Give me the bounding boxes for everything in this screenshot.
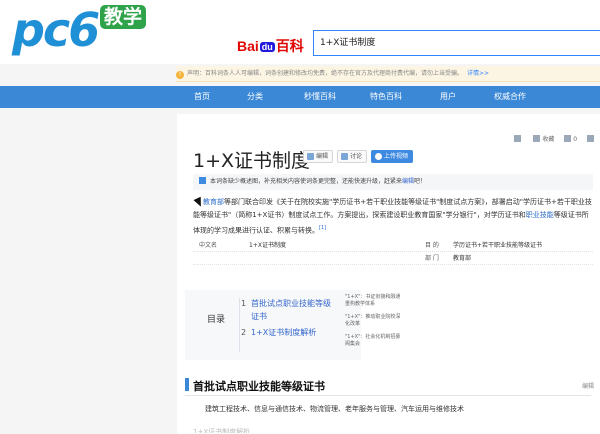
toc-subitem[interactable]: "1+X"：书证衔接和融通重构教学体系 [345, 294, 405, 308]
collect-button[interactable]: 收藏 [533, 135, 554, 143]
toc-item-1[interactable]: 1 首批试点职业技能等级证书 [241, 297, 331, 323]
search-input[interactable]: 1+X证书制度 [313, 30, 600, 56]
discuss-button[interactable]: 讨论 [337, 150, 368, 163]
nav-featured[interactable]: 特色百科 [356, 86, 416, 108]
baidu-paw-icon: du [259, 42, 275, 52]
missing-image-warning: 本词条缺少概述图，补充相关内容使词条更完整，还能快速升级，赶紧来编辑吧！ [193, 174, 593, 190]
section-title: 首批试点职业技能等级证书 [193, 380, 325, 393]
logo-text: pc6 [12, 3, 100, 57]
info-row: 中文名 1+X证书制度 目 的 学历证书+若干职业技能等级证书 [193, 239, 593, 252]
toc-subitem[interactable]: "1+X"：推动职业院校深化改革 [345, 314, 405, 328]
weibo-icon[interactable] [587, 135, 596, 143]
nav-partners[interactable]: 权威合作 [480, 86, 540, 108]
toc-subitem[interactable]: "1+X"：社会化机制招募阁集会 [345, 334, 405, 348]
section-divider [185, 395, 591, 396]
notice-text: 声明：百科词条人人可编辑，词条创建和修改均免费，绝不存在官方及代理商付费代编，请… [187, 70, 464, 77]
nav-category[interactable]: 分类 [225, 86, 285, 108]
section-marker [185, 378, 189, 391]
notice-details-link[interactable]: 详情>> [467, 70, 489, 77]
checkbox-icon [199, 177, 206, 184]
logo-badge: 教学 [100, 5, 147, 29]
baidu-logo-left: Bai [237, 38, 259, 54]
basic-info-table: 中文名 1+X证书制度 目 的 学历证书+若干职业技能等级证书 部 门 教育部 [193, 239, 593, 265]
moe-link[interactable]: 教育部 [203, 198, 224, 206]
upload-video-button[interactable]: 上传视频 [371, 150, 414, 163]
section-text: 建筑工程技术、信息与通信技术、物流管理、老年服务与管理、汽车运用与维修技术 [205, 405, 464, 413]
reference-1[interactable]: [1] [319, 225, 326, 231]
vocational-skill-link[interactable]: 职业技能 [526, 211, 554, 219]
site-header: pc6 教学 Bai du 百科 1+X证书制度 [0, 0, 600, 64]
share-icon[interactable] [514, 135, 523, 143]
nav-miaodong[interactable]: 秒懂百科 [290, 86, 350, 108]
warning-edit-link[interactable]: 编辑 [402, 178, 414, 185]
section-edit-button[interactable]: 编辑 [582, 381, 594, 390]
plus-icon [375, 153, 382, 160]
like-button[interactable]: 0 [564, 135, 577, 143]
pencil-icon [307, 153, 314, 160]
baidu-logo-right: 百科 [275, 38, 304, 54]
info-icon: ! [176, 71, 184, 79]
notice-bar: ! 声明：百科词条人人可编辑，词条创建和修改均免费，绝不存在官方及代理商付费代编，… [176, 66, 600, 82]
entry-card: 收藏 0 1+X证书制度 编辑 讨论 上传视频 本词条缺少概述图，补充相关内容使… [177, 114, 600, 434]
toc-item-2[interactable]: 2 1+X证书制度解析 [241, 326, 331, 339]
chat-icon [341, 153, 348, 160]
edit-button[interactable]: 编辑 [303, 150, 334, 163]
pc6-logo[interactable]: pc6 教学 [12, 2, 162, 60]
share-bar: 收藏 0 [506, 134, 596, 143]
nav-users[interactable]: 用户 [418, 86, 478, 108]
info-row: 部 门 教育部 [193, 252, 593, 265]
nav-home[interactable]: 首页 [172, 86, 232, 108]
table-of-contents: 目录 1 首批试点职业技能等级证书 2 1+X证书制度解析 "1+X"：书证衔接和融… [185, 290, 400, 360]
toc-label: 目录 [207, 315, 226, 325]
toc-divider [239, 298, 240, 352]
next-section-title: 1+X证书制度解析 [193, 428, 251, 433]
intro-paragraph: 教育部等部门联合印发《关于在院校实施"学历证书+若干职业技能等级证书"制度试点方… [193, 198, 592, 235]
entry-title: 1+X证书制度 [193, 150, 311, 172]
baidu-baike-logo[interactable]: Bai du 百科 [237, 36, 304, 56]
main-nav: 首页 分类 秒懂百科 特色百科 用户 权威合作 [0, 86, 600, 108]
